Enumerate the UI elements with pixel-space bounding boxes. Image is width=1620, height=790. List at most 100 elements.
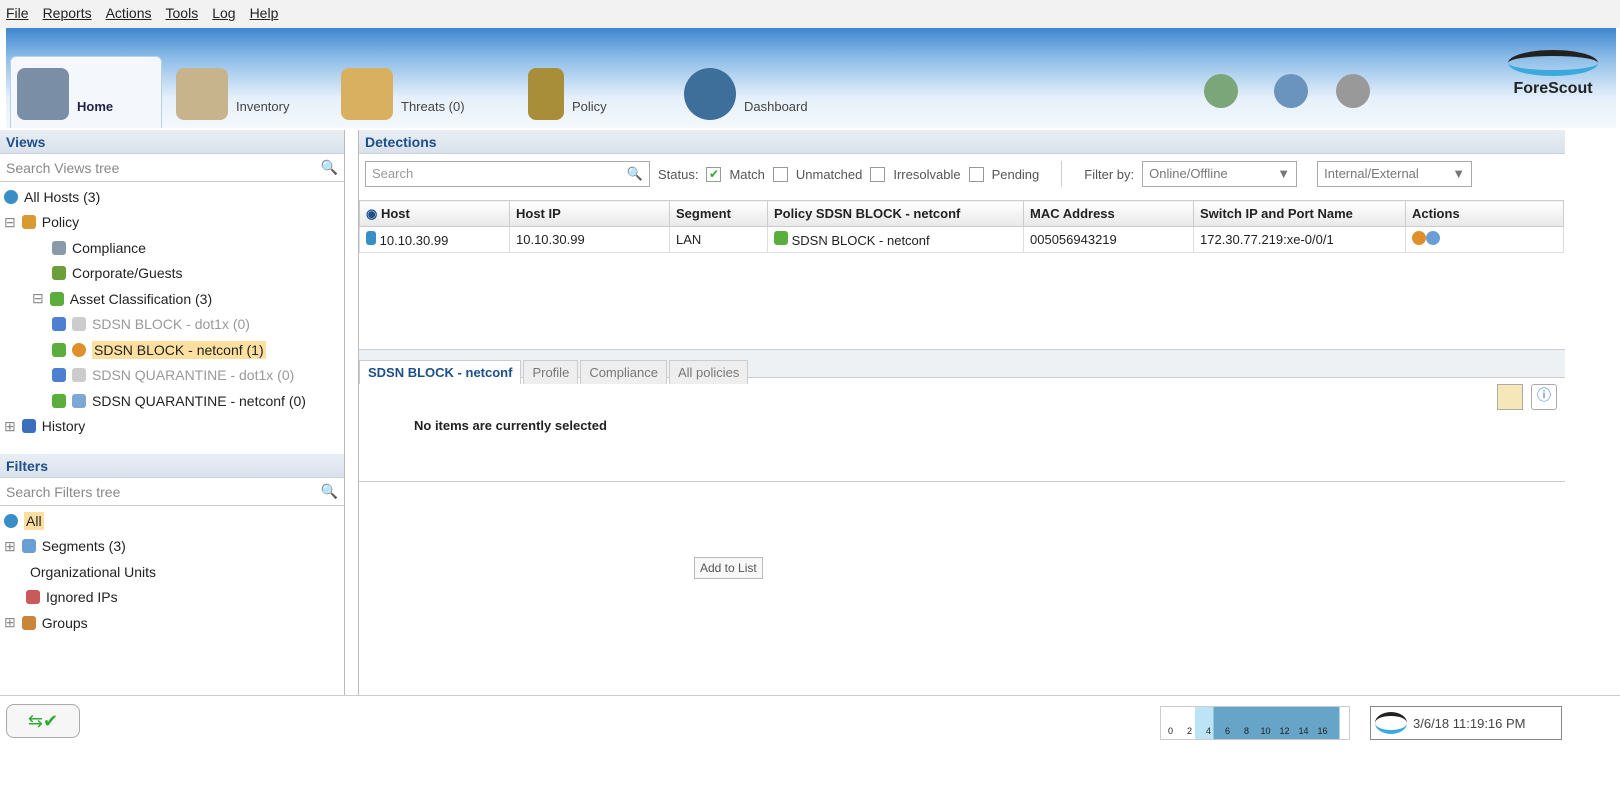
scale-tick: 2 — [1186, 726, 1192, 736]
cell-host: 10.10.30.99 — [359, 226, 510, 253]
gear-icon[interactable] — [1336, 74, 1370, 108]
col-host[interactable]: ◉ Host — [359, 200, 510, 227]
search-icon[interactable]: 🔍 — [321, 159, 338, 176]
internal-external-select[interactable]: Internal/External ▼ — [1317, 161, 1473, 187]
action-icon[interactable] — [1426, 231, 1440, 245]
play-icon — [52, 393, 66, 408]
views-header: Views — [0, 130, 344, 154]
tree-item-sdsn-quarantine-netconf[interactable]: SDSN QUARANTINE - netconf (0) — [4, 388, 344, 414]
label: Compliance — [72, 239, 146, 256]
connection-status-button[interactable]: ⇆✔ — [6, 704, 80, 738]
label: SDSN BLOCK - netconf (1) — [92, 340, 266, 359]
scale-tick: 12 — [1279, 726, 1290, 736]
segments-icon — [21, 539, 36, 554]
add-to-list-button[interactable]: Add to List — [694, 557, 763, 579]
tab-threats[interactable]: Threats (0) — [341, 56, 465, 128]
col-host-ip[interactable]: Host IP — [509, 200, 670, 227]
threats-icon — [341, 68, 393, 120]
tree-item-ignored-ips[interactable]: Ignored IPs — [4, 585, 344, 611]
tab-home[interactable]: Home — [10, 56, 162, 128]
tree-item-segments[interactable]: ⊞ Segments (3) — [4, 534, 344, 560]
menu-log[interactable]: Log — [212, 5, 235, 23]
export-icon[interactable] — [1497, 384, 1523, 410]
tree-item-sdsn-quarantine-dot1x[interactable]: SDSN QUARANTINE - dot1x (0) — [4, 363, 344, 389]
tree-item-all[interactable]: All — [4, 508, 344, 534]
location-icon: ◉ — [366, 205, 381, 221]
ignored-icon — [26, 590, 40, 605]
table-row[interactable]: 10.10.30.99 10.10.30.99 LAN SDSN BLOCK -… — [359, 226, 1564, 253]
tab-policy[interactable]: Policy — [528, 56, 607, 128]
search-icon[interactable]: 🔍 — [321, 483, 338, 500]
detections-search-input[interactable]: Search 🔍 — [365, 161, 650, 187]
col-policy[interactable]: Policy SDSN BLOCK - netconf — [767, 200, 1024, 227]
col-actions[interactable]: Actions — [1405, 200, 1564, 227]
cell-switch: 172.30.77.219:xe-0/0/1 — [1193, 226, 1406, 253]
clock: 3/6/18 11:19:16 PM — [1370, 706, 1562, 740]
left-panel: Views Search Views tree 🔍 All Hosts (3) ⊟… — [0, 130, 345, 695]
empty-message: No items are currently selected — [414, 418, 607, 433]
scale-tick: 0 — [1167, 726, 1173, 736]
tree-item-policy[interactable]: ⊟ Policy — [4, 210, 344, 236]
tab-label: Inventory — [236, 99, 290, 114]
filters-search-input[interactable]: Search Filters tree 🔍 — [0, 478, 344, 506]
tree-item-compliance[interactable]: Compliance — [4, 235, 344, 261]
datetime: 3/6/18 11:19:16 PM — [1413, 715, 1526, 731]
col-switch[interactable]: Switch IP and Port Name — [1193, 200, 1406, 227]
policy-icon — [72, 393, 86, 408]
placeholder: Search Views tree — [6, 159, 120, 176]
detections-filter-row: Search 🔍 Status: ✔ Match Unmatched Irresol… — [359, 154, 1565, 194]
tree-item-asset-classification[interactable]: ⊟ Asset Classification (3) — [4, 286, 344, 312]
details-pane: ⓘ No items are currently selected — [359, 378, 1565, 482]
scale-tick: 8 — [1243, 726, 1249, 736]
menu-help[interactable]: Help — [250, 5, 279, 23]
refresh-icon[interactable] — [1204, 74, 1238, 108]
menu-tools[interactable]: Tools — [166, 5, 199, 23]
tree-item-history[interactable]: ⊞ History — [4, 414, 344, 440]
tree-item-all-hosts[interactable]: All Hosts (3) — [4, 184, 344, 210]
label: Organizational Units — [30, 563, 157, 580]
menu-reports[interactable]: Reports — [43, 5, 92, 23]
details-tabs: SDSN BLOCK - netconf Profile Compliance All… — [359, 350, 1565, 384]
label: Irresolvable — [893, 166, 961, 182]
placeholder: Search Filters tree — [6, 483, 121, 500]
history-icon — [21, 419, 36, 434]
menu-file[interactable]: File — [6, 5, 29, 23]
scale-bar[interactable]: 0 2 4 6 8 10 12 14 16 — [1160, 706, 1350, 740]
play-icon — [52, 342, 66, 357]
label: All Hosts (3) — [24, 188, 101, 205]
tree-item-org-units[interactable]: Organizational Units — [4, 559, 344, 585]
label: Ignored IPs — [46, 589, 118, 606]
match-checkbox[interactable]: ✔ — [706, 166, 722, 182]
col-segment[interactable]: Segment — [669, 200, 768, 227]
tab-inventory[interactable]: Inventory — [176, 56, 289, 128]
pending-checkbox[interactable] — [968, 166, 984, 182]
search-icon[interactable] — [1274, 74, 1308, 108]
placeholder: Search — [372, 166, 414, 181]
col-mac[interactable]: MAC Address — [1023, 200, 1194, 227]
status-label: Status: — [658, 166, 699, 182]
value: 10.10.30.99 — [379, 233, 449, 248]
info-icon[interactable]: ⓘ — [1531, 384, 1557, 410]
label: Host — [380, 205, 410, 221]
online-offline-select[interactable]: Online/Offline ▼ — [1142, 161, 1298, 187]
tree-item-sdsn-block-dot1x[interactable]: SDSN BLOCK - dot1x (0) — [4, 312, 344, 338]
tree-item-groups[interactable]: ⊞ Groups — [4, 610, 344, 636]
irresolvable-checkbox[interactable] — [870, 166, 886, 182]
tree-item-corporate-guests[interactable]: Corporate/Guests — [4, 261, 344, 287]
cell-actions — [1405, 226, 1564, 253]
tab-label: Dashboard — [744, 99, 808, 114]
label: Policy — [41, 214, 80, 231]
traffic-light-icon — [21, 215, 36, 230]
views-search-input[interactable]: Search Views tree 🔍 — [0, 154, 344, 182]
menu-actions[interactable]: Actions — [106, 5, 152, 23]
divider — [1061, 161, 1063, 187]
cell-policy: SDSN BLOCK - netconf — [767, 226, 1024, 253]
tab-dashboard[interactable]: Dashboard — [684, 56, 808, 128]
unmatched-checkbox[interactable] — [772, 166, 788, 182]
tree-item-sdsn-block-netconf[interactable]: SDSN BLOCK - netconf (1) — [4, 337, 344, 363]
search-icon[interactable]: 🔍 — [627, 166, 643, 182]
label: SDSN QUARANTINE - netconf (0) — [92, 392, 306, 409]
value: Online/Offline — [1149, 166, 1228, 181]
action-icon[interactable] — [1412, 231, 1426, 245]
inventory-icon — [176, 68, 228, 120]
